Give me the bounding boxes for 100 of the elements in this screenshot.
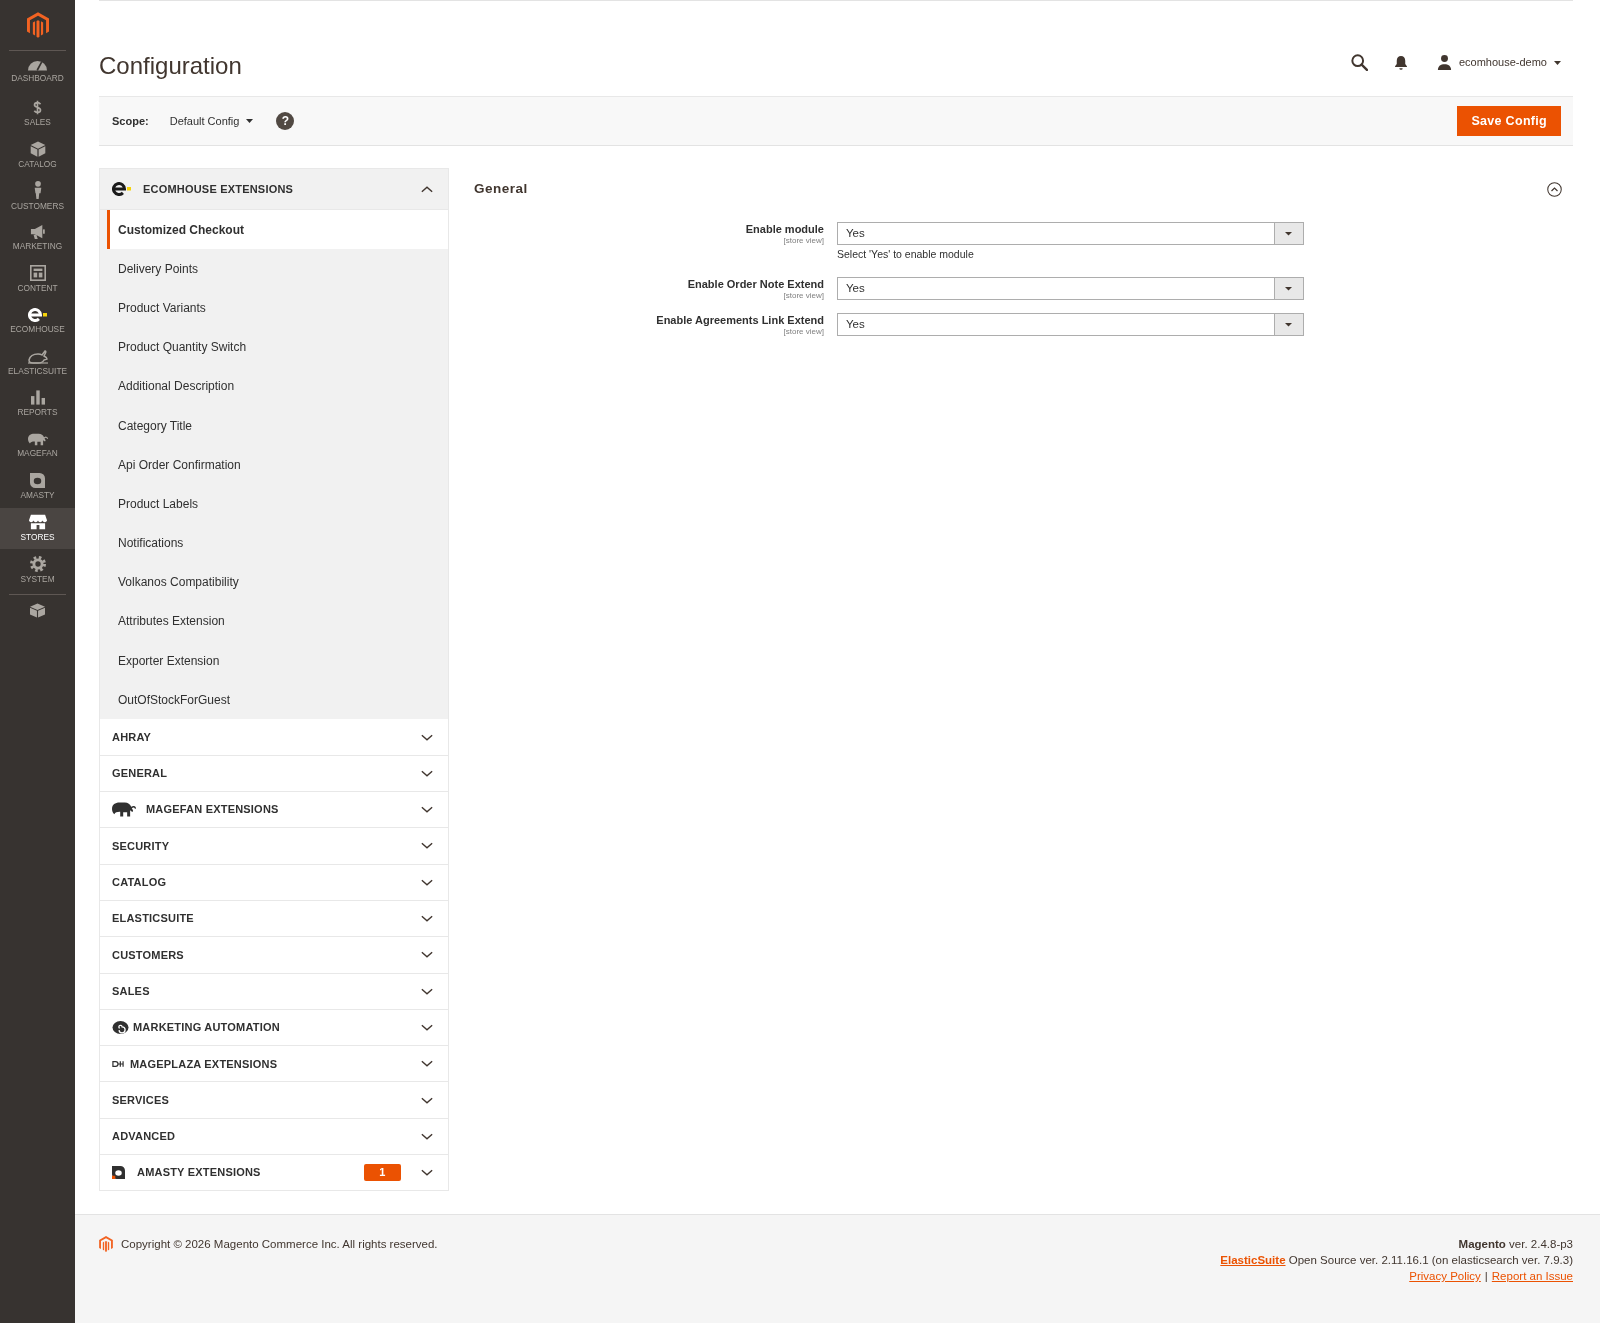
dropdown-field[interactable]: Yes xyxy=(837,313,1304,336)
sidebar-menu-item[interactable]: CONTENT xyxy=(0,258,75,300)
nav-item[interactable]: Additional Description xyxy=(107,366,448,406)
megaphone-icon xyxy=(29,224,46,239)
help-button[interactable]: ? xyxy=(276,112,295,130)
scope-label: Scope: xyxy=(112,113,149,129)
nav-item[interactable]: Product Variants xyxy=(107,288,448,328)
dropdown-field[interactable]: Yes xyxy=(837,222,1304,245)
e-letter-logo-icon xyxy=(112,182,131,196)
nav-item[interactable]: Api Order Confirmation xyxy=(107,445,448,485)
user-icon xyxy=(1436,55,1452,70)
nav-item[interactable]: Notifications xyxy=(107,523,448,563)
nav-section-header[interactable]: CATALOG xyxy=(99,864,449,901)
dropdown-field[interactable]: Yes xyxy=(837,277,1304,300)
nav-section-header[interactable]: SECURITY xyxy=(99,828,449,865)
chevron-icon xyxy=(421,185,433,193)
section-heading[interactable]: General xyxy=(474,178,528,200)
chevron-icon xyxy=(421,1132,433,1140)
collapse-circle-icon[interactable] xyxy=(1547,181,1562,197)
logo-icon[interactable] xyxy=(26,12,49,38)
scope-hint: [store view] xyxy=(783,236,824,245)
nav-item[interactable]: Delivery Points xyxy=(107,249,448,289)
nav-item[interactable]: Product Quantity Switch xyxy=(107,327,448,367)
sidebar-menu-item[interactable]: DASHBOARD xyxy=(0,51,75,93)
chevron-icon xyxy=(421,842,433,850)
chevron-icon xyxy=(421,1060,433,1068)
chevron-icon xyxy=(421,769,433,777)
page-title: Configuration xyxy=(99,51,242,81)
chevron-icon xyxy=(421,915,433,923)
nav-item[interactable]: Customized Checkout xyxy=(107,210,448,250)
nav-section-header[interactable]: MARKETING AUTOMATION xyxy=(99,1009,449,1047)
sidebar-menu-item[interactable]: CUSTOMERS xyxy=(0,175,75,217)
nav-item[interactable]: Exporter Extension xyxy=(107,641,448,681)
sidebar-menu-item[interactable]: ELASTICSUITE xyxy=(0,341,75,383)
sidebar-menu-item[interactable]: CATALOG xyxy=(0,134,75,176)
storefront-icon xyxy=(28,514,47,531)
dollar-icon xyxy=(33,99,42,115)
sidebar-menu-item[interactable]: SYSTEM xyxy=(0,549,75,591)
nav-section-header[interactable]: SERVICES xyxy=(99,1082,449,1119)
field-label: Enable Order Note Extend xyxy=(687,278,824,291)
field-label: Enable Agreements Link Extend xyxy=(656,314,824,327)
user-menu[interactable]: ecomhouse-demo xyxy=(1436,54,1561,71)
nav-section-header[interactable]: CUSTOMERS xyxy=(99,937,449,974)
bell-icon[interactable] xyxy=(1394,55,1407,70)
chevron-icon xyxy=(421,733,433,741)
version-text: Open Source ver. 2.11.16.1 (on elasticsearch ver. 7.9.3) xyxy=(1288,1254,1573,1266)
nav-item[interactable]: Attributes Extension xyxy=(107,601,448,642)
caret-icon xyxy=(1274,278,1303,299)
sidebar-menu-item[interactable]: MAGEFAN xyxy=(0,424,75,466)
rabbit-icon xyxy=(26,348,49,364)
cloud-swirl-icon xyxy=(112,1020,129,1034)
caret-icon xyxy=(1554,60,1561,65)
search-icon[interactable] xyxy=(1350,54,1368,71)
scope-switcher[interactable]: Default Config xyxy=(169,112,254,130)
elephant-icon xyxy=(112,802,136,818)
count-badge: 1 xyxy=(364,1164,401,1182)
sidebar-menu-item[interactable]: SALES xyxy=(0,92,75,134)
rounded-square-logo-icon xyxy=(30,473,45,489)
caret-icon xyxy=(1274,314,1303,335)
nav-section-header[interactable]: SALES xyxy=(99,973,449,1010)
nav-section-header[interactable]: AMASTY EXTENSIONS 1 xyxy=(99,1155,449,1192)
nav-item[interactable]: OutOfStockForGuest xyxy=(107,680,448,720)
link-separator: | xyxy=(1484,1270,1488,1282)
chevron-icon xyxy=(421,951,433,959)
layout-icon xyxy=(29,265,46,282)
gauge-icon xyxy=(28,61,47,71)
cube-icon xyxy=(29,140,46,157)
nav-item[interactable]: Volkanos Compatibility xyxy=(107,562,448,602)
sidebar-menu-item[interactable]: STORES xyxy=(0,507,75,549)
nav-section-header[interactable]: ELASTICSUITE xyxy=(99,900,449,938)
block-icon[interactable] xyxy=(29,602,46,618)
chevron-icon xyxy=(421,1096,433,1104)
person-icon xyxy=(33,181,42,200)
connector-icon xyxy=(112,1059,124,1068)
save-config-button[interactable]: Save Config xyxy=(1457,106,1561,136)
nav-item[interactable]: Product Labels xyxy=(107,484,448,524)
sidebar-menu-item[interactable]: REPORTS xyxy=(0,383,75,425)
nav-section-header[interactable]: MAGEPLAZA EXTENSIONS xyxy=(99,1046,449,1083)
chevron-icon xyxy=(421,806,433,814)
nav-item[interactable]: Category Title xyxy=(107,405,448,446)
field-note: Select 'Yes' to enable module xyxy=(837,247,975,262)
nav-section-header[interactable]: ADVANCED xyxy=(99,1118,449,1155)
chevron-icon xyxy=(421,1169,433,1177)
sidebar-menu-item[interactable]: MARKETING xyxy=(0,217,75,259)
nav-section-header[interactable]: ECOMHOUSE EXTENSIONS xyxy=(99,168,449,210)
sidebar-menu-item[interactable]: AMASTY xyxy=(0,466,75,508)
chevron-icon xyxy=(421,878,433,886)
version-text: Magento ver. 2.4.8-p3 xyxy=(1457,1237,1573,1252)
caret-icon xyxy=(246,119,254,123)
elephant-icon xyxy=(27,432,48,446)
sidebar-menu-item[interactable]: ECOMHOUSE xyxy=(0,300,75,342)
rounded-square-logo-icon xyxy=(112,1166,125,1180)
scope-hint: [store view] xyxy=(783,291,824,300)
bar-chart-icon xyxy=(30,390,45,406)
field-label: Enable module xyxy=(745,223,824,236)
nav-section-header[interactable]: GENERAL xyxy=(99,755,449,793)
chevron-icon xyxy=(421,1023,433,1031)
nav-section-header[interactable]: AHRAY xyxy=(99,719,449,756)
nav-section-header[interactable]: MAGEFAN EXTENSIONS xyxy=(99,792,449,829)
logo-icon xyxy=(99,1236,113,1252)
